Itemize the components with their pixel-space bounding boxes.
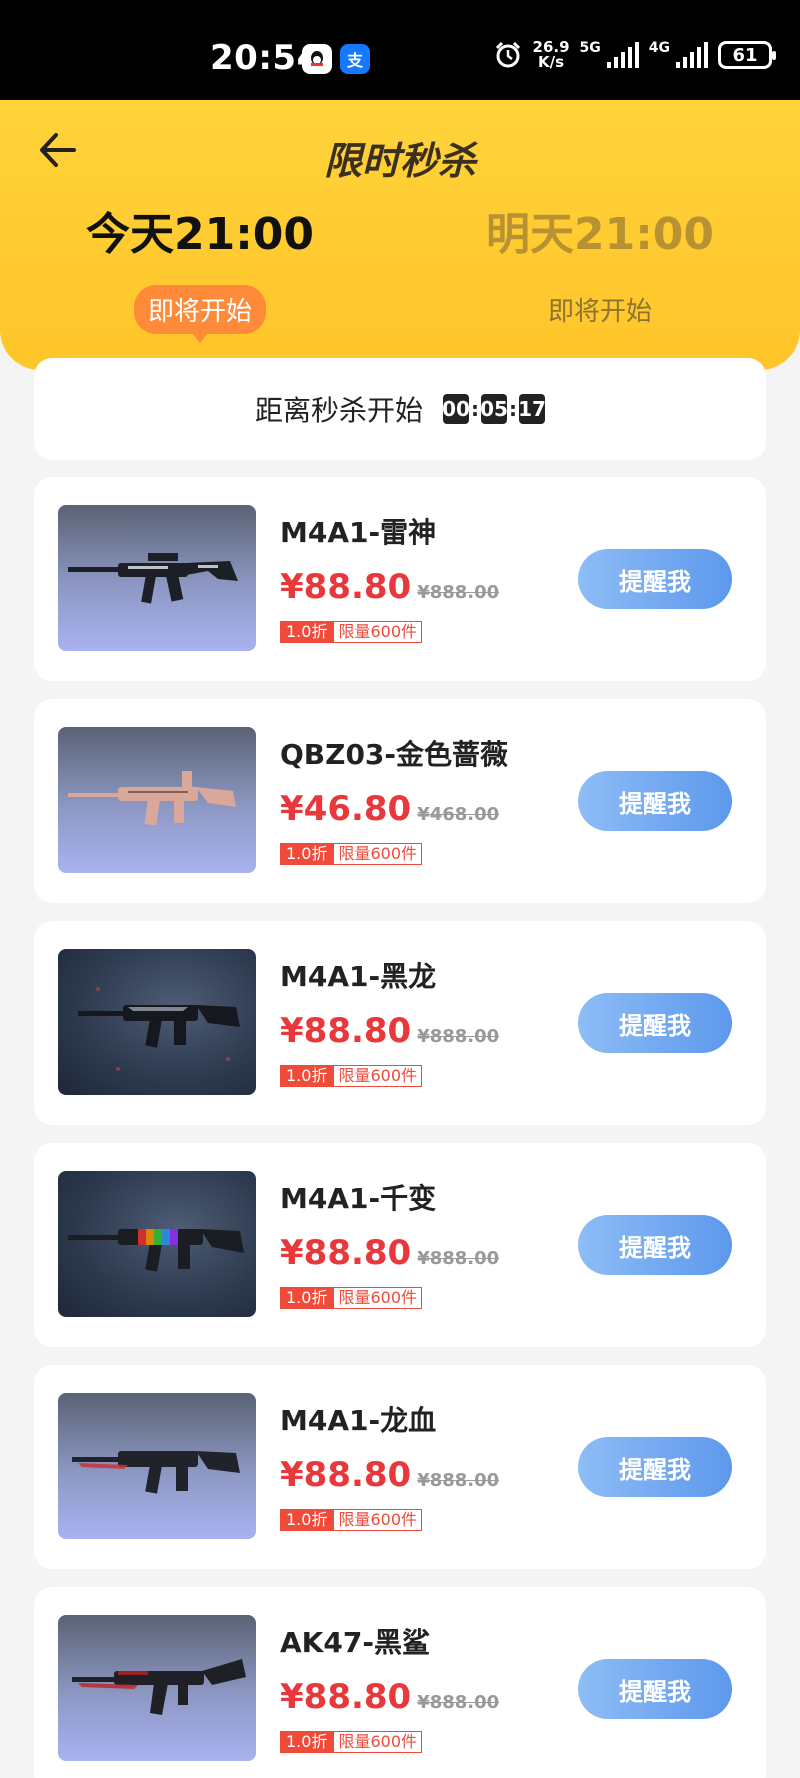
session-status-badge: 即将开始: [133, 285, 266, 343]
network-speed: 26.9 K/s: [533, 40, 570, 70]
discount-tag: 1.0折: [280, 621, 334, 643]
price-row: ¥88.80 ¥888.00: [280, 567, 499, 607]
product-name: QBZ03-金色蔷薇: [280, 738, 509, 771]
sale-price: ¥88.80: [280, 1233, 412, 1273]
discount-tag: 1.0折: [280, 843, 334, 865]
session-tab-tomorrow[interactable]: 明天21:00 即将开始: [400, 205, 800, 334]
original-price: ¥888.00: [417, 1470, 500, 1491]
limit-tag: 限量600件: [333, 621, 422, 643]
price-row: ¥46.80 ¥468.00: [280, 789, 499, 829]
flash-sale-header: 限时秒杀 今天21:00 即将开始 明天21:00 即将开始: [0, 100, 800, 370]
product-card[interactable]: AK47-黑鲨 ¥88.80 ¥888.00 1.0折 限量600件 提醒我: [34, 1587, 766, 1778]
discount-tag: 1.0折: [280, 1287, 334, 1309]
limit-tag: 限量600件: [333, 1065, 422, 1087]
discount-tag: 1.0折: [280, 1065, 334, 1087]
sale-price: ¥88.80: [280, 1677, 412, 1717]
limit-tag: 限量600件: [333, 1287, 422, 1309]
qq-app-icon: [302, 44, 332, 74]
countdown-card: 距离秒杀开始 00 : 05 : 17: [34, 358, 766, 460]
product-image: [58, 949, 256, 1095]
network-speed-unit: K/s: [538, 53, 565, 71]
product-name: M4A1-雷神: [280, 516, 437, 549]
countdown-seconds: 17: [518, 394, 546, 424]
tag-row: 1.0折 限量600件: [280, 1509, 422, 1531]
signal-5g-bars-icon: [606, 42, 639, 68]
sale-price: ¥88.80: [280, 1455, 412, 1495]
tag-row: 1.0折 限量600件: [280, 843, 422, 865]
price-row: ¥88.80 ¥888.00: [280, 1677, 499, 1717]
limit-tag: 限量600件: [333, 1509, 422, 1531]
battery-icon: 61: [718, 41, 776, 69]
product-image: [58, 1615, 256, 1761]
product-name: AK47-黑鲨: [280, 1626, 430, 1659]
price-row: ¥88.80 ¥888.00: [280, 1011, 499, 1051]
limit-tag: 限量600件: [333, 1731, 422, 1753]
product-card[interactable]: M4A1-黑龙 ¥88.80 ¥888.00 1.0折 限量600件 提醒我: [34, 921, 766, 1125]
countdown-label: 距离秒杀开始: [254, 394, 423, 427]
tag-row: 1.0折 限量600件: [280, 1065, 422, 1087]
discount-tag: 1.0折: [280, 1731, 334, 1753]
sale-price: ¥46.80: [280, 789, 412, 829]
session-tab-today[interactable]: 今天21:00 即将开始: [0, 205, 400, 343]
original-price: ¥888.00: [417, 1248, 500, 1269]
page-title: 限时秒杀: [323, 139, 476, 183]
product-name: M4A1-龙血: [280, 1404, 437, 1437]
product-name: M4A1-黑龙: [280, 960, 437, 993]
countdown-minutes: 05: [480, 394, 508, 424]
remind-me-button[interactable]: 提醒我: [578, 771, 732, 831]
product-card[interactable]: M4A1-千变 ¥88.80 ¥888.00 1.0折 限量600件 提醒我: [34, 1143, 766, 1347]
signal-4g-bars-icon: [676, 42, 708, 68]
status-bar: 20:54 支 26.9 K/s 5G 4G 61: [0, 0, 800, 100]
countdown-timer: 00 : 05 : 17: [442, 394, 546, 424]
remind-me-button[interactable]: 提醒我: [578, 1659, 732, 1719]
sale-price: ¥88.80: [280, 1011, 412, 1051]
tag-row: 1.0折 限量600件: [280, 621, 422, 643]
original-price: ¥888.00: [417, 1692, 500, 1713]
status-indicators: 26.9 K/s 5G 4G 61: [493, 40, 776, 70]
product-image: [58, 1171, 256, 1317]
original-price: ¥888.00: [417, 1026, 500, 1047]
product-card[interactable]: M4A1-龙血 ¥88.80 ¥888.00 1.0折 限量600件 提醒我: [34, 1365, 766, 1569]
remind-me-button[interactable]: 提醒我: [578, 1215, 732, 1275]
tag-row: 1.0折 限量600件: [280, 1731, 422, 1753]
signal-4g-label: 4G: [648, 40, 670, 56]
price-row: ¥88.80 ¥888.00: [280, 1233, 499, 1273]
product-image: [58, 1393, 256, 1539]
tag-row: 1.0折 限量600件: [280, 1287, 422, 1309]
alarm-clock-icon: [495, 41, 520, 68]
countdown-separator: :: [471, 397, 479, 421]
product-image: [58, 727, 256, 873]
remind-me-button[interactable]: 提醒我: [578, 1437, 732, 1497]
original-price: ¥888.00: [417, 582, 500, 603]
limit-tag: 限量600件: [333, 843, 422, 865]
price-row: ¥88.80 ¥888.00: [280, 1455, 499, 1495]
session-time: 今天21:00: [85, 209, 315, 260]
alipay-app-icon: 支: [340, 44, 370, 74]
discount-tag: 1.0折: [280, 1509, 334, 1531]
session-status-label: 即将开始: [547, 297, 652, 327]
product-name: M4A1-千变: [280, 1182, 437, 1215]
countdown-separator: :: [509, 397, 517, 421]
original-price: ¥468.00: [417, 804, 500, 825]
product-card[interactable]: M4A1-雷神 ¥88.80 ¥888.00 1.0折 限量600件 提醒我: [34, 477, 766, 681]
signal-5g-label: 5G: [579, 40, 601, 56]
countdown-hours: 00: [442, 394, 470, 424]
remind-me-button[interactable]: 提醒我: [578, 993, 732, 1053]
sale-price: ¥88.80: [280, 567, 412, 607]
product-card[interactable]: QBZ03-金色蔷薇 ¥46.80 ¥468.00 1.0折 限量600件 提醒…: [34, 699, 766, 903]
session-time: 明天21:00: [485, 209, 715, 260]
product-image: [58, 505, 256, 651]
remind-me-button[interactable]: 提醒我: [578, 549, 732, 609]
